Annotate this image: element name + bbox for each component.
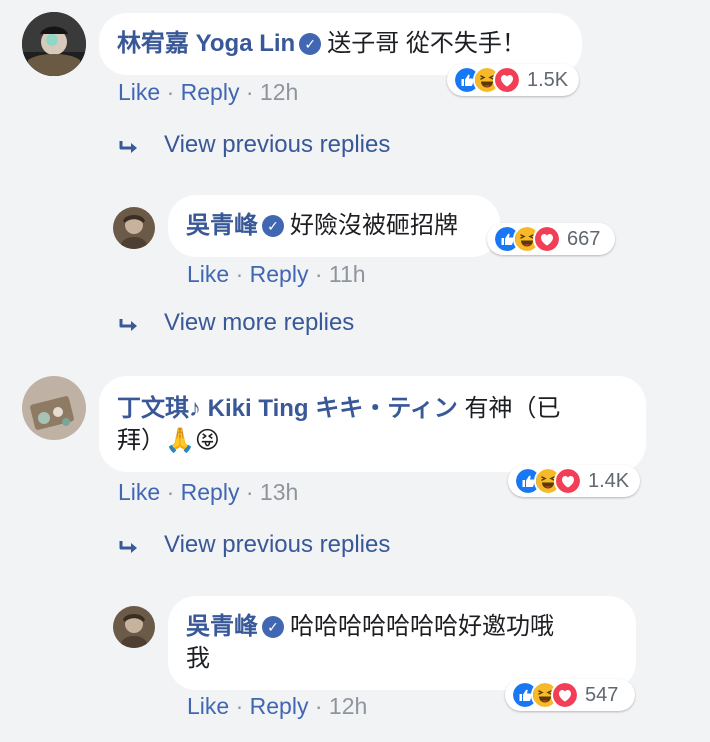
- view-previous-replies-link[interactable]: View previous replies: [164, 131, 390, 159]
- reaction-summary[interactable]: 1.5K: [447, 64, 579, 96]
- reply-text: 好險沒被砸招牌: [290, 212, 458, 239]
- reply-actions: Like · Reply · 11h: [187, 261, 366, 288]
- commenter-name[interactable]: 丁文琪♪ Kiki Ting キキ・ティン: [117, 395, 458, 422]
- timestamp[interactable]: 12h: [329, 693, 367, 719]
- timestamp[interactable]: 11h: [329, 261, 366, 287]
- reply-bubble: 吳青峰 ✓ 哈哈哈哈哈哈哈好邀功哦 我: [168, 596, 636, 690]
- separator-dot: ·: [235, 261, 244, 287]
- tongue-out-emoji: 😝: [194, 427, 220, 454]
- love-icon: [493, 66, 521, 94]
- avatar[interactable]: [113, 207, 155, 249]
- reply-link[interactable]: Reply: [181, 79, 240, 105]
- comment-text-line2: 拜）: [117, 427, 165, 454]
- folded-hands-emoji: 🙏: [165, 427, 195, 454]
- reply-arrow-icon: [118, 537, 142, 561]
- reaction-summary[interactable]: 1.4K: [508, 465, 640, 497]
- separator-dot: ·: [166, 479, 175, 505]
- commenter-name[interactable]: 吳青峰: [186, 212, 258, 239]
- reply-link[interactable]: Reply: [250, 261, 309, 287]
- comment-text-line1: 有神（已: [464, 395, 561, 422]
- like-link[interactable]: Like: [118, 79, 160, 105]
- comment-bubble: 丁文琪♪ Kiki Ting キキ・ティン 有神（已 拜）🙏😝: [99, 376, 646, 472]
- separator-dot: ·: [314, 693, 323, 719]
- comment-text: 送子哥 從不失手！: [327, 30, 526, 57]
- separator-dot: ·: [166, 79, 175, 105]
- verified-badge-icon: ✓: [299, 33, 322, 55]
- reply-bubble: 吳青峰 ✓ 好險沒被砸招牌: [168, 195, 500, 257]
- reply-arrow-icon: [118, 137, 142, 161]
- reply-actions: Like · Reply · 12h: [187, 693, 367, 720]
- comment-actions: Like · Reply · 12h: [118, 79, 298, 106]
- reaction-count: 547: [585, 683, 619, 706]
- reply-link[interactable]: Reply: [181, 479, 240, 505]
- timestamp[interactable]: 12h: [260, 79, 298, 105]
- avatar[interactable]: [22, 376, 86, 440]
- reaction-count: 667: [567, 227, 601, 250]
- commenter-name[interactable]: 林宥嘉 Yoga Lin: [117, 30, 295, 57]
- separator-dot: ·: [245, 79, 254, 105]
- love-icon: [551, 681, 579, 709]
- verified-badge-icon: ✓: [262, 616, 284, 638]
- commenter-name[interactable]: 吳青峰: [186, 613, 258, 640]
- reply-text-line2: 我: [186, 645, 210, 672]
- like-link[interactable]: Like: [187, 261, 229, 287]
- view-previous-replies-link[interactable]: View previous replies: [164, 531, 390, 559]
- comment-actions: Like · Reply · 13h: [118, 479, 298, 506]
- separator-dot: ·: [314, 261, 323, 287]
- love-icon: [533, 225, 561, 253]
- reply-text-line1: 哈哈哈哈哈哈哈好邀功哦: [290, 613, 554, 640]
- love-icon: [554, 467, 582, 495]
- like-link[interactable]: Like: [187, 693, 229, 719]
- like-link[interactable]: Like: [118, 479, 160, 505]
- separator-dot: ·: [245, 479, 254, 505]
- reaction-count: 1.4K: [588, 469, 630, 492]
- separator-dot: ·: [235, 693, 244, 719]
- view-more-replies-link[interactable]: View more replies: [164, 309, 354, 337]
- verified-badge-icon: ✓: [262, 215, 284, 237]
- reaction-summary[interactable]: 547: [505, 679, 635, 711]
- reply-link[interactable]: Reply: [250, 693, 309, 719]
- avatar[interactable]: [113, 606, 155, 648]
- reaction-summary[interactable]: 667: [487, 223, 615, 255]
- reaction-count: 1.5K: [527, 68, 569, 91]
- avatar[interactable]: [22, 12, 86, 76]
- timestamp[interactable]: 13h: [260, 479, 298, 505]
- reply-arrow-icon: [118, 315, 142, 339]
